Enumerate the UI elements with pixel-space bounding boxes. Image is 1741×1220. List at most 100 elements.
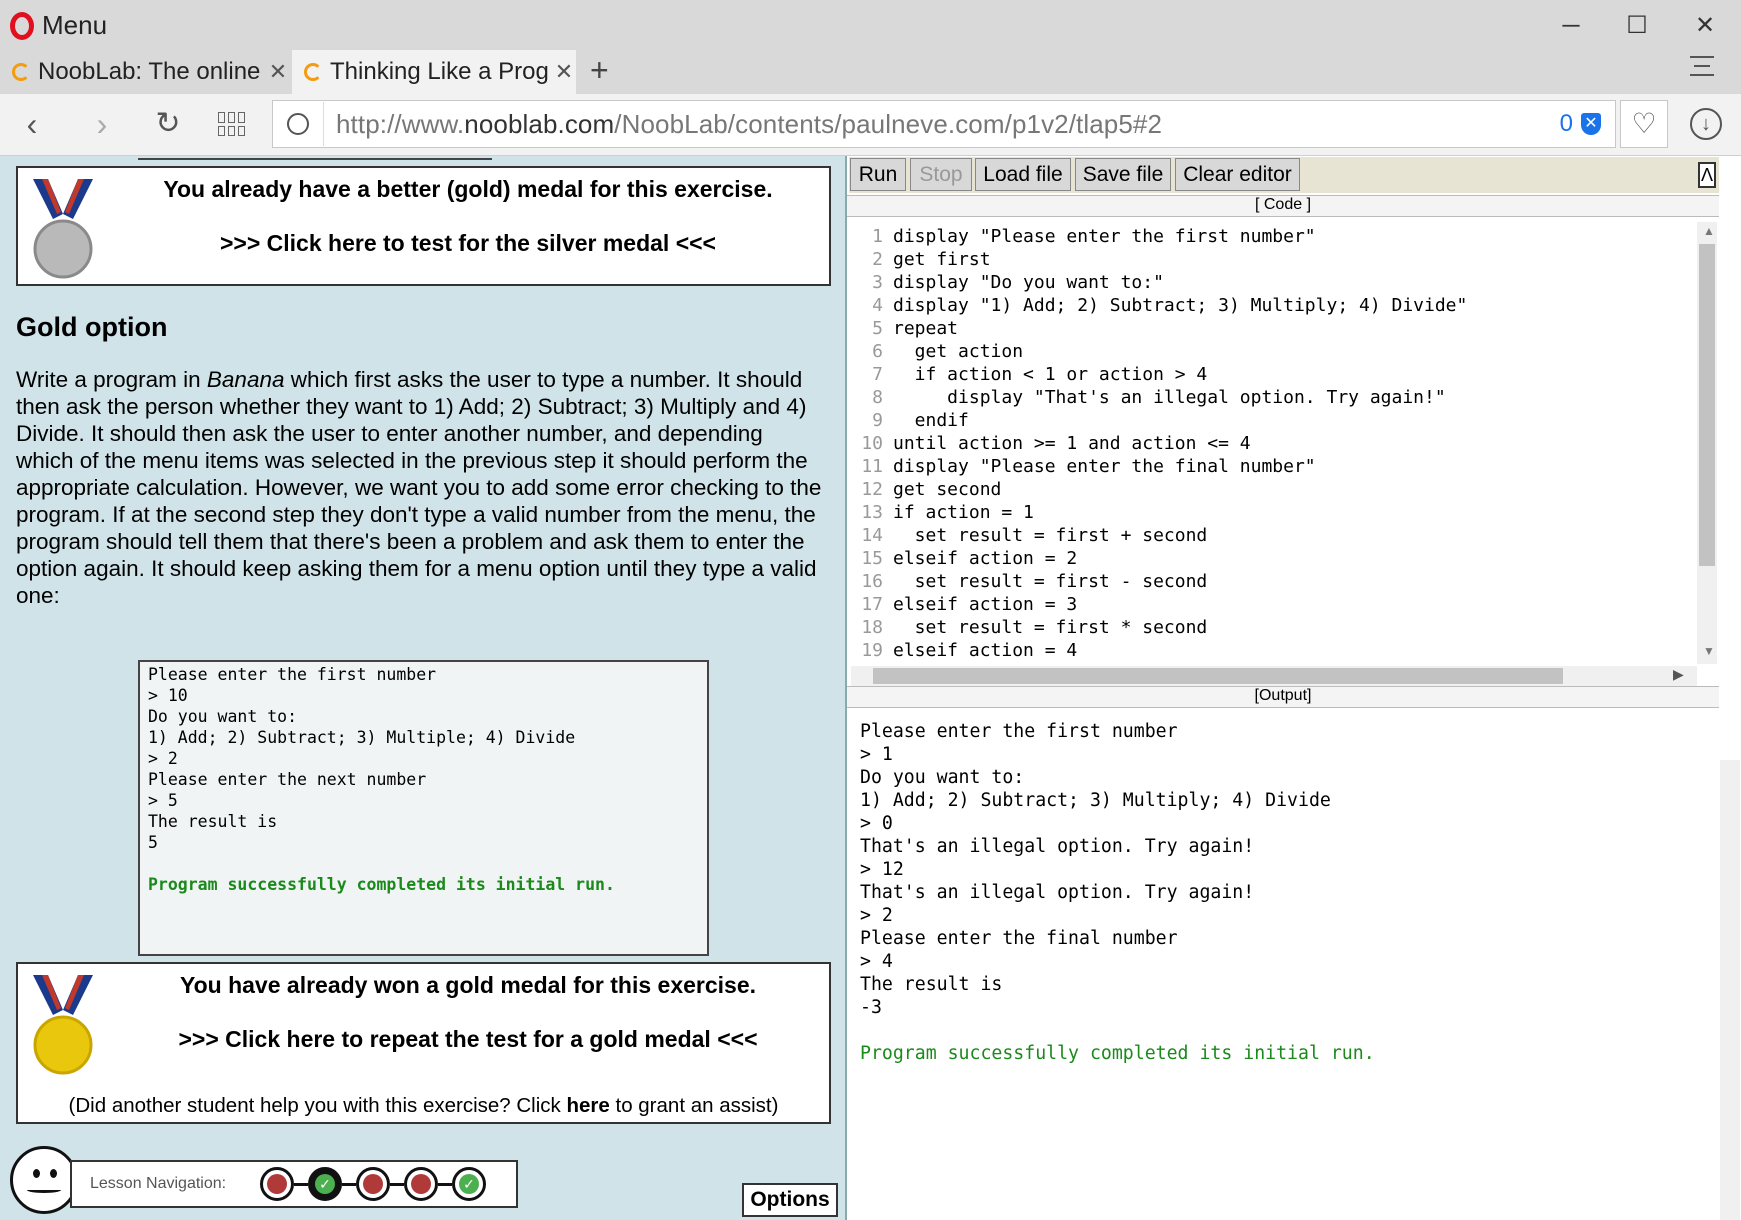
code-line[interactable]: 19 elseif action = 4 <box>851 639 1699 662</box>
code-line[interactable]: 15 elseif action = 2 <box>851 547 1699 570</box>
code-line[interactable]: 11 display "Please enter the final number… <box>851 455 1699 478</box>
scrolled-box-edge <box>138 156 492 160</box>
lesson-step-5-complete[interactable]: ✓ <box>452 1167 486 1201</box>
code-line[interactable]: 3 display "Do you want to:" <box>851 271 1699 294</box>
code-text[interactable]: get second <box>893 478 1001 501</box>
minimize-button[interactable]: ─ <box>1548 8 1594 44</box>
code-text[interactable]: elseif action = 4 <box>893 639 1077 662</box>
clear-editor-button[interactable]: Clear editor <box>1175 158 1300 191</box>
code-text[interactable]: elseif action = 2 <box>893 547 1077 570</box>
sample-output-line: > 5 <box>148 791 178 810</box>
reload-icon[interactable]: ↻ <box>148 100 188 148</box>
code-text[interactable]: display "That's an illegal option. Try a… <box>893 386 1446 409</box>
stop-button[interactable]: Stop <box>910 158 972 191</box>
lesson-step-4-incomplete[interactable] <box>404 1167 438 1201</box>
save-file-button[interactable]: Save file <box>1075 158 1171 191</box>
forward-icon[interactable]: › <box>82 100 122 148</box>
maximize-button[interactable]: ☐ <box>1614 8 1660 44</box>
code-text[interactable]: if action = 1 <box>893 501 1034 524</box>
adblock-shield-icon[interactable]: ✕ <box>1581 113 1601 135</box>
line-number: 5 <box>872 318 883 339</box>
code-text[interactable]: get first <box>893 248 991 271</box>
code-text[interactable]: display "Please enter the first number" <box>893 225 1316 248</box>
options-button[interactable]: Options <box>742 1183 838 1217</box>
scroll-right-icon[interactable]: ▶ <box>1673 666 1684 683</box>
code-line[interactable]: 16 set result = first - second <box>851 570 1699 593</box>
test-silver-medal-link[interactable]: >>> Click here to test for the silver me… <box>108 230 828 257</box>
tab-thinking-like-a-programmer[interactable]: Thinking Like a Prog ✕ <box>292 50 576 94</box>
browser-menu-button[interactable]: Menu <box>10 10 107 41</box>
collapse-toolbar-icon[interactable]: Λ <box>1698 162 1716 188</box>
code-text[interactable]: set result = first + second <box>893 524 1208 547</box>
lesson-step-connector <box>390 1182 404 1186</box>
line-number: 8 <box>872 387 883 408</box>
code-text[interactable]: set result = first * second <box>893 616 1208 639</box>
code-line[interactable]: 1 display "Please enter the first number" <box>851 225 1699 248</box>
code-line[interactable]: 7 if action < 1 or action > 4 <box>851 363 1699 386</box>
close-tab-icon[interactable]: ✕ <box>552 59 576 85</box>
output-line: That's an illegal option. Try again! <box>860 836 1255 857</box>
code-line[interactable]: 17 elseif action = 3 <box>851 593 1699 616</box>
code-line[interactable]: 18 set result = first * second <box>851 616 1699 639</box>
code-text[interactable]: display "Please enter the final number" <box>893 455 1316 478</box>
code-line[interactable]: 9 endif <box>851 409 1699 432</box>
download-icon[interactable]: ↓ <box>1690 108 1722 140</box>
sample-output-line: 1) Add; 2) Subtract; 3) Multiple; 4) Div… <box>148 728 576 747</box>
new-tab-button[interactable]: + <box>590 52 609 89</box>
code-line[interactable]: 8 display "That's an illegal option. Try… <box>851 386 1699 409</box>
opera-logo-icon <box>10 11 34 40</box>
checkmark-icon: ✓ <box>459 1174 479 1194</box>
url-text[interactable]: http://www.nooblab.com/NoobLab/contents/… <box>336 109 1162 140</box>
code-editor[interactable]: 1 display "Please enter the first number"… <box>851 225 1699 665</box>
repeat-gold-medal-link[interactable]: >>> Click here to repeat the test for a … <box>108 1026 828 1053</box>
lesson-step-3-incomplete[interactable] <box>356 1167 390 1201</box>
code-text[interactable]: get action <box>893 340 1023 363</box>
code-line[interactable]: 14 set result = first + second <box>851 524 1699 547</box>
lesson-step-2-current-complete[interactable]: ✓ <box>308 1167 342 1201</box>
code-text[interactable]: repeat <box>893 317 958 340</box>
code-text[interactable]: set result = first - second <box>893 570 1208 593</box>
code-vscroll-thumb[interactable] <box>1699 244 1715 566</box>
mascot-face-icon[interactable] <box>10 1146 78 1214</box>
code-text[interactable]: endif <box>893 409 969 432</box>
heart-bookmark-icon[interactable]: ♡ <box>1620 100 1668 148</box>
line-number: 4 <box>872 295 883 316</box>
output-vertical-scrollbar[interactable] <box>1720 760 1740 1220</box>
code-line[interactable]: 2 get first <box>851 248 1699 271</box>
close-tab-icon[interactable]: ✕ <box>266 59 290 85</box>
code-text[interactable]: display "Do you want to:" <box>893 271 1164 294</box>
line-number: 10 <box>861 433 883 454</box>
speed-dial-icon[interactable] <box>218 112 246 136</box>
load-file-button[interactable]: Load file <box>975 158 1071 191</box>
code-line[interactable]: 6 get action <box>851 340 1699 363</box>
step-dot-icon <box>411 1174 431 1194</box>
code-text[interactable]: until action >= 1 and action <= 4 <box>893 432 1251 455</box>
lesson-step-connector <box>438 1182 452 1186</box>
code-line[interactable]: 10 until action >= 1 and action <= 4 <box>851 432 1699 455</box>
code-line[interactable]: 12 get second <box>851 478 1699 501</box>
code-line[interactable]: 4 display "1) Add; 2) Subtract; 3) Multip… <box>851 294 1699 317</box>
scroll-up-icon[interactable]: ▲ <box>1703 224 1715 238</box>
tab-menu-icon[interactable] <box>1690 56 1714 76</box>
back-icon[interactable]: ‹ <box>12 100 52 148</box>
code-line[interactable]: 5 repeat <box>851 317 1699 340</box>
sample-output-line: > 10 <box>148 686 188 705</box>
output-line: Do you want to: <box>860 767 1025 788</box>
scroll-down-icon[interactable]: ▼ <box>1703 644 1715 658</box>
checkmark-icon: ✓ <box>315 1174 335 1194</box>
code-horizontal-scrollbar[interactable]: ▶ <box>851 666 1697 686</box>
code-line[interactable]: 13 if action = 1 <box>851 501 1699 524</box>
code-text[interactable]: if action < 1 or action > 4 <box>893 363 1208 386</box>
lesson-step-1-incomplete[interactable] <box>260 1167 294 1201</box>
code-hscroll-thumb[interactable] <box>873 668 1563 684</box>
code-vertical-scrollbar[interactable]: ▲ ▼ <box>1697 222 1717 664</box>
code-text[interactable]: elseif action = 3 <box>893 593 1077 616</box>
address-bar[interactable]: http://www.nooblab.com/NoobLab/contents/… <box>272 100 1616 148</box>
gold-option-heading: Gold option <box>16 312 168 342</box>
output-line: > 1 <box>860 744 893 765</box>
tab-nooblab[interactable]: NoobLab: The online ✕ <box>0 50 290 94</box>
code-text[interactable]: display "1) Add; 2) Subtract; 3) Multipl… <box>893 294 1467 317</box>
grant-assist-link[interactable]: here <box>566 1094 609 1117</box>
close-window-button[interactable]: ✕ <box>1682 8 1728 44</box>
run-button[interactable]: Run <box>850 158 906 191</box>
